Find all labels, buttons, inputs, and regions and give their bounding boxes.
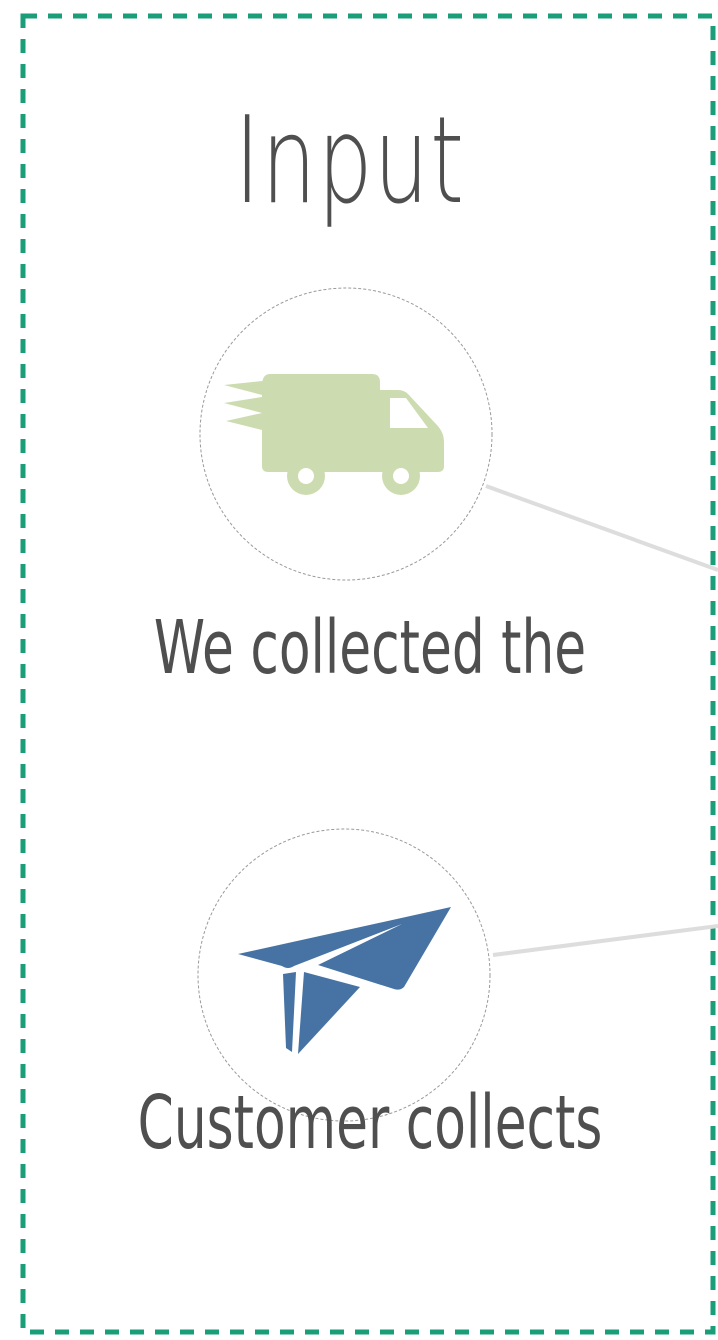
connector-line-2	[492, 924, 718, 957]
section-title: Input	[234, 92, 466, 231]
connector-line-1	[485, 484, 718, 572]
input-section: Input We collected the Customer collects	[0, 0, 718, 1340]
node-caption-1: We collected the	[153, 605, 587, 691]
node-caption-2: Customer collects	[137, 1080, 603, 1166]
